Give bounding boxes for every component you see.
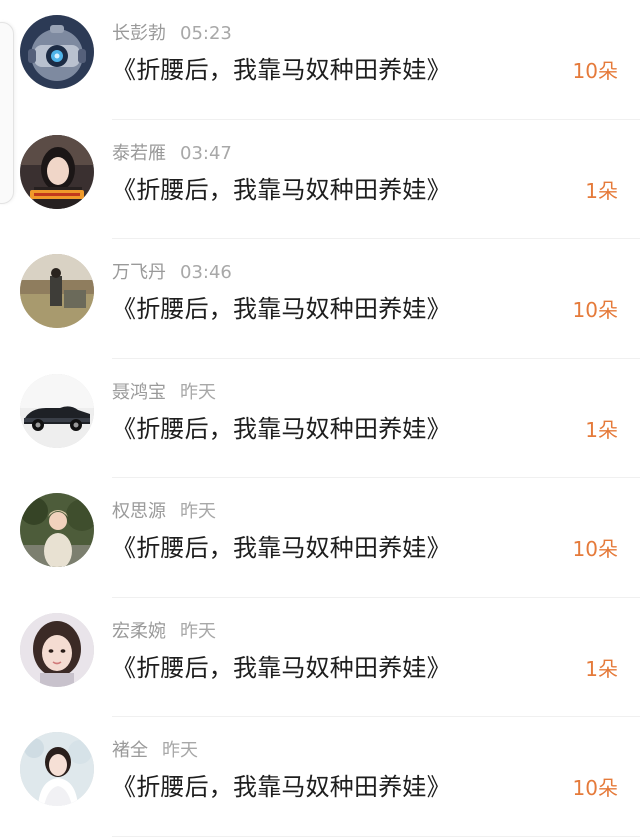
send-time: 昨天 (162, 740, 198, 761)
book-title[interactable]: 《折腰后，我靠马奴种田养娃》 (112, 650, 451, 686)
list-item[interactable]: 长彭勃 05:23 《折腰后，我靠马奴种田养娃》 10朵 (0, 0, 640, 120)
book-title[interactable]: 《折腰后，我靠马奴种田养娃》 (112, 291, 451, 327)
send-time: 昨天 (180, 620, 216, 642)
sender-meta: 万飞丹 03:46 (112, 259, 232, 287)
sender-meta: 聂鸿宝 昨天 (112, 379, 216, 407)
gift-count: 1朵 (585, 417, 618, 442)
sender-name: 聂鸿宝 (112, 381, 166, 403)
list-item[interactable]: 泰若雁 03:47 《折腰后，我靠马奴种田养娃》 1朵 (0, 120, 640, 239)
send-time: 03:46 (180, 262, 232, 283)
robot-avatar-icon[interactable] (20, 15, 94, 89)
sender-name: 泰若雁 (112, 142, 166, 164)
gift-record-list: 长彭勃 05:23 《折腰后，我靠马奴种田养娃》 10朵 泰若雁 03:47 《折腰… (0, 0, 640, 837)
gift-count: 1朵 (585, 656, 618, 681)
row-divider (112, 835, 640, 837)
sender-meta: 褚全 昨天 (112, 737, 198, 765)
girl-face-avatar-icon[interactable] (20, 612, 94, 687)
sender-meta: 长彭勃 05:23 (112, 20, 232, 48)
book-title[interactable]: 《折腰后，我靠马奴种田养娃》 (112, 769, 451, 805)
send-time: 昨天 (180, 501, 216, 522)
sender-name: 权思源 (112, 501, 166, 522)
sender-meta: 宏柔婉 昨天 (112, 618, 216, 646)
book-title[interactable]: 《折腰后，我靠马奴种田养娃》 (112, 52, 451, 88)
book-title[interactable]: 《折腰后，我靠马奴种田养娃》 (112, 411, 451, 447)
list-item[interactable]: 褚全 昨天 《折腰后，我靠马奴种田养娃》 10朵 (0, 717, 640, 837)
list-item[interactable]: 万飞丹 03:46 《折腰后，我靠马奴种田养娃》 10朵 (0, 239, 640, 359)
sender-meta: 泰若雁 03:47 (112, 140, 232, 168)
sender-name: 宏柔婉 (112, 620, 166, 642)
list-item[interactable]: 宏柔婉 昨天 《折腰后，我靠马奴种田养娃》 1朵 (0, 598, 640, 717)
list-item[interactable]: 权思源 昨天 《折腰后，我靠马奴种田养娃》 10朵 (0, 478, 640, 598)
gift-count: 10朵 (572, 537, 618, 561)
sender-meta: 权思源 昨天 (112, 498, 216, 526)
send-time: 03:47 (180, 142, 232, 164)
list-item[interactable]: 聂鸿宝 昨天 《折腰后，我靠马奴种田养娃》 1朵 (0, 359, 640, 478)
book-title[interactable]: 《折腰后，我靠马奴种田养娃》 (112, 530, 451, 566)
send-time: 昨天 (180, 381, 216, 403)
gift-count: 10朵 (572, 298, 618, 322)
sender-name: 褚全 (112, 740, 148, 761)
gift-count: 1朵 (585, 178, 618, 203)
bride-avatar-icon[interactable] (20, 732, 94, 806)
person-outdoors-avatar-icon[interactable] (20, 493, 94, 567)
gift-count: 10朵 (572, 59, 618, 83)
sender-name: 长彭勃 (112, 23, 166, 44)
book-title[interactable]: 《折腰后，我靠马奴种田养娃》 (112, 172, 451, 208)
vintage-car-avatar-icon[interactable] (20, 373, 94, 448)
field-scene-avatar-icon[interactable] (20, 254, 94, 328)
send-time: 05:23 (180, 23, 232, 44)
gift-count: 10朵 (572, 776, 618, 800)
sender-name: 万飞丹 (112, 262, 166, 283)
girl-portrait-avatar-icon[interactable] (20, 134, 94, 209)
